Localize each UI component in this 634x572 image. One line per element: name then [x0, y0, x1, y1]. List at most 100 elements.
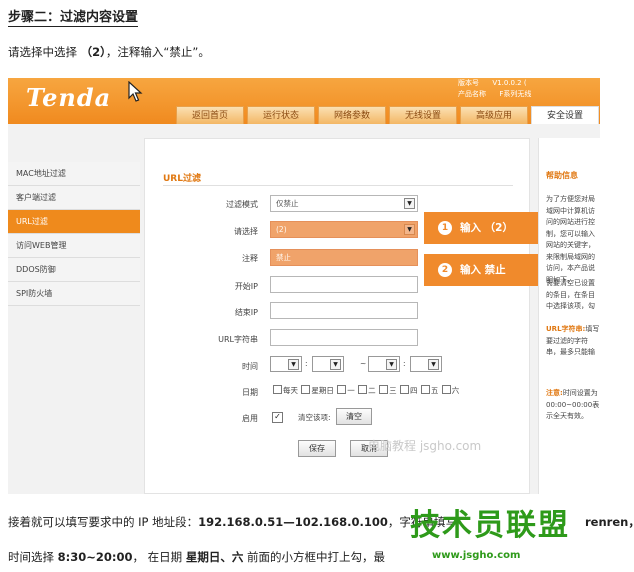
enable-label: 启用 [242, 414, 258, 423]
help-url-title: URL字符串: [546, 325, 586, 333]
mode-select[interactable]: 仅禁止 ▼ [270, 195, 418, 212]
tab-home[interactable]: 返回首页 [176, 106, 244, 124]
sidebar-item-mac-filter[interactable]: MAC地址过滤 [8, 162, 140, 186]
clear-button[interactable]: 清空 [336, 408, 372, 425]
day-checkbox-mon[interactable] [337, 385, 347, 394]
help-note-title: 注意: [546, 389, 563, 397]
start-minute-select[interactable]: ▼ [312, 356, 344, 372]
bottom1-ip-range: 192.168.0.51—102.168.0.100 [198, 515, 388, 529]
chevron-down-icon: ▼ [330, 359, 341, 370]
product-label: 产品名称 [458, 90, 486, 98]
bottom2-time-range: 8:30~20:00 [57, 550, 133, 564]
sidebar: MAC地址过滤 客户端过滤 URL过滤 访问WEB管理 DDOS防御 SPI防火… [8, 162, 140, 306]
bottom2-mid: ， 在日期 [132, 550, 186, 564]
date-label: 日期 [242, 388, 258, 397]
time-separator-1: : [305, 359, 308, 368]
tab-security[interactable]: 安全设置 [531, 106, 599, 124]
instruction-text: 请选择中选择 （2），注释输入“禁止”。 [8, 44, 210, 60]
day-label-fri: 五 [430, 386, 439, 395]
save-button[interactable]: 保存 [298, 440, 336, 457]
callout-2-number: 2 [438, 263, 452, 277]
chevron-down-icon: ▼ [404, 198, 415, 209]
end-minute-select[interactable]: ▼ [410, 356, 442, 372]
chevron-down-icon: ▼ [428, 359, 439, 370]
day-label-sunday: 星期日 [311, 386, 334, 395]
section-title: URL过滤 [163, 174, 201, 184]
version-label: 版本号 [458, 79, 479, 87]
step-title: 步骤二：过滤内容设置 [8, 6, 139, 27]
start-ip-label: 开始IP [234, 282, 258, 291]
day-label-mon: 一 [347, 386, 355, 395]
clear-item-label: 清空该项: [298, 413, 331, 422]
mode-label: 过滤模式 [226, 200, 258, 209]
time-label: 时间 [242, 362, 258, 371]
end-hour-select[interactable]: ▼ [368, 356, 400, 372]
help-paragraph-2: 需要清空已设置的条目，在条目中选择该项，勾选“清空该项”后按“保存”方有效。 [546, 279, 595, 310]
comment-label: 注释 [242, 254, 258, 263]
end-ip-input[interactable] [270, 302, 418, 319]
sidebar-item-client-filter[interactable]: 客户端过滤 [8, 186, 140, 210]
sidebar-item-web-access[interactable]: 访问WEB管理 [8, 234, 140, 258]
help-note-section: 注意:时间设置为00:00~00:00表示全天有效。 [546, 388, 600, 428]
section-divider [163, 185, 513, 186]
sidebar-item-spi-firewall[interactable]: SPI防火墙 [8, 282, 140, 306]
callout-1-text: 输入 （2） [460, 222, 513, 234]
bottom1-before: 接着就可以填写要求中的 IP 地址段： [8, 515, 199, 529]
time-separator-2: ~ [360, 359, 367, 368]
callout-1-number: 1 [438, 221, 452, 235]
day-checkbox-wed[interactable] [379, 385, 389, 394]
mouse-cursor-icon [128, 81, 143, 102]
day-label-thu: 四 [409, 386, 418, 395]
time-separator-3: : [403, 359, 406, 368]
bottom2-before: 时间选择 [8, 550, 58, 564]
enable-checkbox[interactable]: ✓ [272, 412, 283, 423]
help-title: 帮助信息 [546, 171, 578, 180]
url-string-label: URL字符串 [218, 335, 258, 344]
watermark-text: 电脑教程 jsgho.com [368, 439, 482, 453]
day-checkbox-fri[interactable] [420, 385, 430, 394]
chevron-down-icon: ▼ [404, 224, 415, 235]
day-checkbox-sunday[interactable] [301, 385, 311, 394]
help-panel [538, 138, 600, 494]
callout-2-text: 输入 禁止 [460, 264, 506, 276]
sidebar-item-url-filter[interactable]: URL过滤 [8, 210, 140, 234]
url-string-input[interactable] [270, 329, 418, 346]
day-checkbox-everyday[interactable] [273, 385, 282, 394]
version-info: 版本号 V1.0.0.2 ( 产品名称 F系列无线 [458, 78, 531, 100]
mode-value: 仅禁止 [276, 199, 299, 208]
instruction-before: 请选择中选择 [8, 45, 77, 59]
instruction-highlight: （2） [80, 45, 106, 59]
chevron-down-icon: ▼ [288, 359, 299, 370]
tab-advanced[interactable]: 高级应用 [460, 106, 528, 124]
chevron-down-icon: ▼ [386, 359, 397, 370]
day-checkbox-sat[interactable] [441, 385, 451, 394]
comment-input[interactable]: 禁止 [270, 249, 418, 266]
day-checkbox-tue[interactable] [358, 385, 368, 394]
end-ip-label: 结束IP [234, 308, 258, 317]
entry-select[interactable]: (2) ▼ [270, 221, 418, 238]
router-screenshot: Tenda 版本号 V1.0.0.2 ( 产品名称 F系列无线 返回首页 运行状… [8, 78, 600, 494]
help-url-section: URL字符串:填写要过滤的字符串，最多只能输入16个字符，字符串为“号， [546, 324, 600, 360]
site-brand-logo: 技术员联盟 [410, 508, 570, 543]
tab-network[interactable]: 网络参数 [318, 106, 386, 124]
tenda-logo: Tenda [26, 83, 112, 112]
bottom-text-line-1: 接着就可以填写要求中的 IP 地址段：192.168.0.51—102.168.… [8, 514, 457, 530]
select-label: 请选择 [234, 227, 258, 236]
entry-select-value: (2) [276, 225, 287, 234]
bottom-text-line-2: 时间选择 8:30~20:00， 在日期 星期日、六 前面的小方框中打上勾，最 [8, 549, 385, 565]
day-checkboxes: 每天 星期日 一 二 三 四 五 六 [272, 385, 459, 396]
day-checkbox-thu[interactable] [399, 385, 409, 394]
day-label-tue: 二 [368, 386, 376, 395]
instruction-after: ，注释输入“禁止”。 [105, 45, 210, 59]
version-value: V1.0.0.2 ( [492, 79, 527, 87]
day-label-wed: 三 [389, 386, 397, 395]
tab-wireless[interactable]: 无线设置 [389, 106, 457, 124]
day-label-everyday: 每天 [283, 386, 298, 395]
tab-status[interactable]: 运行状态 [247, 106, 315, 124]
sidebar-item-ddos[interactable]: DDOS防御 [8, 258, 140, 282]
bottom1-tail: renren， [585, 514, 634, 530]
bottom2-after: 前面的小方框中打上勾，最 [243, 550, 385, 564]
start-hour-select[interactable]: ▼ [270, 356, 302, 372]
product-value: F系列无线 [499, 90, 532, 98]
start-ip-input[interactable] [270, 276, 418, 293]
